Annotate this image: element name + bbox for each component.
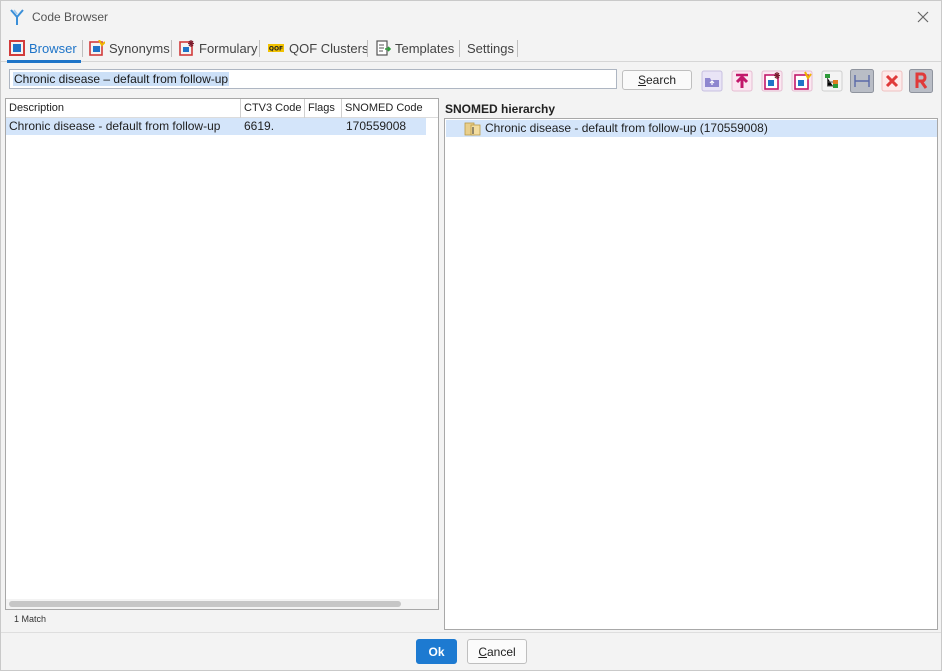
tab-settings[interactable]: Settings	[463, 36, 514, 60]
cell-description: Chronic disease - default from follow-up	[9, 119, 221, 133]
toggle-view-button[interactable]	[850, 69, 874, 93]
ok-button[interactable]: Ok	[416, 639, 457, 664]
browser-icon	[9, 40, 25, 56]
scrollbar-thumb[interactable]	[9, 601, 401, 607]
toggle-view-icon	[850, 69, 874, 93]
hierarchy-title: SNOMED hierarchy	[445, 102, 556, 116]
templates-icon	[376, 40, 391, 56]
hierarchy-tree[interactable]: Chronic disease - default from follow-up…	[444, 118, 938, 630]
parent-folder-button[interactable]	[700, 69, 724, 93]
tab-divider	[171, 40, 172, 57]
window-title: Code Browser	[32, 10, 109, 24]
tab-templates[interactable]: Templates	[371, 36, 454, 60]
code-browser-window: Code Browser Browser Synonyms Formulary …	[0, 0, 942, 671]
column-header-snomed[interactable]: SNOMED Code	[342, 99, 426, 118]
tab-synonyms[interactable]: Synonyms	[85, 36, 170, 60]
tab-label: Templates	[395, 40, 455, 56]
title-bar: Code Browser	[1, 1, 941, 33]
close-icon[interactable]	[913, 7, 933, 27]
tab-label: Formulary	[199, 40, 258, 56]
cell-flags	[305, 118, 308, 135]
column-header-description[interactable]: Description	[6, 99, 241, 118]
match-count: 1 Match	[14, 614, 47, 624]
move-to-top-button[interactable]	[730, 69, 754, 93]
synonyms-icon	[89, 40, 105, 56]
edit-code-icon	[791, 70, 813, 92]
svg-text:QOF: QOF	[269, 46, 283, 53]
column-header-flags[interactable]: Flags	[305, 99, 342, 118]
add-code-button[interactable]	[760, 69, 784, 93]
tab-formulary[interactable]: Formulary	[175, 36, 258, 60]
folder-icon	[464, 122, 481, 136]
tab-divider	[367, 40, 368, 57]
tab-qof-clusters[interactable]: QOF QOF Clusters	[263, 36, 368, 60]
ok-button-label: Ok	[428, 644, 445, 659]
search-input-value: Chronic disease – default from follow-up	[13, 72, 230, 86]
search-input[interactable]: Chronic disease – default from follow-up	[9, 69, 617, 89]
tab-browser[interactable]: Browser	[5, 36, 81, 63]
cancel-button-label: ancel	[486, 644, 516, 659]
horizontal-scrollbar[interactable]	[6, 599, 438, 609]
move-to-top-icon	[731, 70, 753, 92]
tab-label: QOF Clusters	[289, 40, 369, 56]
app-logo-icon	[10, 9, 24, 25]
hierarchy-tree-icon	[821, 70, 843, 92]
clear-icon	[881, 70, 903, 92]
tree-item-label: Chronic disease - default from follow-up…	[485, 121, 768, 135]
restore-button[interactable]	[909, 69, 933, 93]
list-header: Description CTV3 Code Flags SNOMED Code	[6, 99, 438, 118]
cell-snomed: 170559008	[346, 119, 407, 133]
results-list[interactable]: Description CTV3 Code Flags SNOMED Code …	[5, 98, 439, 610]
tab-label: Synonyms	[109, 40, 170, 56]
tab-label: Settings	[467, 40, 514, 56]
cell-ctv3: 6619.	[244, 119, 275, 133]
search-button-label: earch	[645, 73, 677, 87]
add-code-icon	[761, 70, 783, 92]
cancel-button[interactable]: Cancel	[467, 639, 527, 664]
tab-divider	[517, 40, 518, 57]
formulary-icon	[179, 40, 194, 56]
cancel-button-mnemonic: C	[478, 644, 487, 659]
tab-bar: Browser Synonyms Formulary QOF QOF Clust…	[1, 34, 941, 63]
tab-divider	[259, 40, 260, 57]
tab-divider	[82, 40, 83, 57]
parent-folder-icon	[701, 70, 723, 92]
edit-code-button[interactable]	[790, 69, 814, 93]
tab-divider	[459, 40, 460, 57]
qof-icon: QOF	[268, 44, 284, 53]
hierarchy-tree-button[interactable]	[820, 69, 844, 93]
tab-label: Browser	[29, 40, 77, 56]
column-header-ctv3[interactable]: CTV3 Code	[241, 99, 305, 118]
search-button[interactable]: Search	[622, 70, 692, 90]
tree-item[interactable]: Chronic disease - default from follow-up…	[446, 120, 937, 137]
table-row[interactable]: Chronic disease - default from follow-up…	[6, 118, 426, 135]
search-button-mnemonic: S	[637, 73, 646, 87]
clear-button[interactable]	[880, 69, 904, 93]
restore-icon	[909, 69, 933, 93]
